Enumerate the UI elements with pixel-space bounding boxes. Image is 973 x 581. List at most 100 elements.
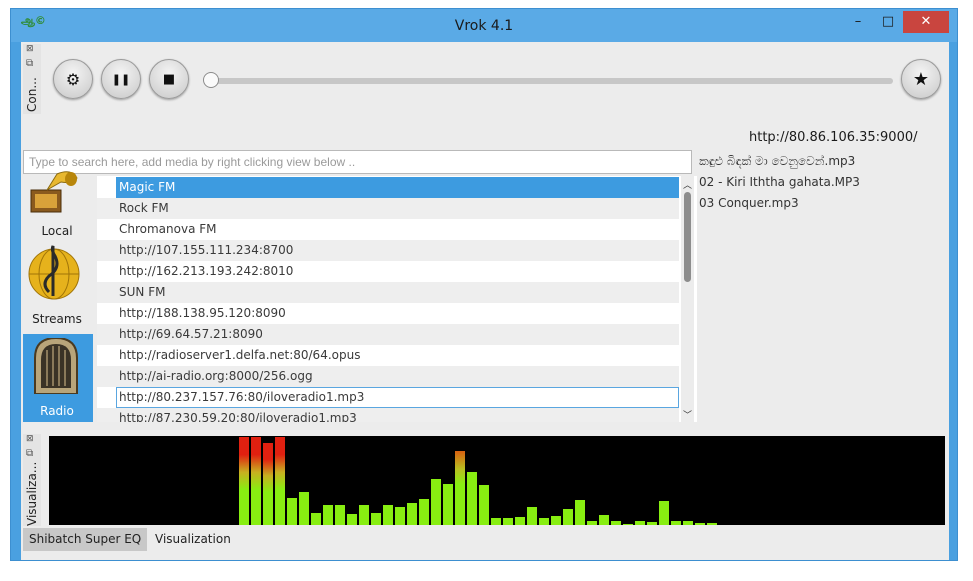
list-item[interactable]: Magic FM xyxy=(116,177,679,198)
sidebar-label-streams: Streams xyxy=(32,312,82,326)
scrollbar-thumb[interactable] xyxy=(684,192,691,282)
radio-icon xyxy=(34,338,78,394)
spectrum-bar xyxy=(299,492,309,525)
minimize-button[interactable]: – xyxy=(843,11,873,33)
sidebar-item-streams[interactable]: Streams xyxy=(23,242,93,330)
spectrum-bar xyxy=(527,507,537,525)
spectrum-bar xyxy=(707,523,717,525)
treble-clef-icon xyxy=(28,245,80,300)
spectrum-visualizer xyxy=(49,436,945,525)
spectrum-bar xyxy=(551,516,561,525)
list-item[interactable]: http://69.64.57.21:8090 xyxy=(97,324,679,345)
spectrum-bar xyxy=(239,437,249,525)
seek-slider[interactable] xyxy=(207,78,893,84)
visualization-dock-title[interactable]: ⊠ ⧉ Visualiza... xyxy=(23,434,41,526)
seek-slider-handle[interactable] xyxy=(203,72,219,88)
dock-close-icon[interactable]: ⊠ xyxy=(26,434,34,444)
list-item[interactable]: http://ai-radio.org:8000/256.ogg xyxy=(97,366,679,387)
sidebar-label-local: Local xyxy=(41,224,73,238)
visualization-dock-label: Visualiza... xyxy=(25,461,39,526)
spectrum-bar xyxy=(479,485,489,525)
control-dock-title[interactable]: ⊠ ⧉ Con... xyxy=(23,44,41,114)
spectrum-bar xyxy=(419,499,429,525)
list-item[interactable]: http://162.213.193.242:8010 xyxy=(97,261,679,282)
source-sidebar: Local Streams Radio xyxy=(23,171,93,422)
station-list-scrollbar[interactable]: ︿ ﹀ xyxy=(681,176,694,422)
dock-float-icon[interactable]: ⧉ xyxy=(26,58,33,69)
list-item[interactable]: http://107.155.111.234:8700 xyxy=(97,240,679,261)
spectrum-bar xyxy=(563,509,573,525)
dock-float-icon[interactable]: ⧉ xyxy=(26,448,33,459)
spectrum-bar xyxy=(683,521,693,525)
spectrum-bar xyxy=(275,437,285,525)
list-item[interactable]: http://188.138.95.120:8090 xyxy=(97,303,679,324)
close-button[interactable]: ✕ xyxy=(903,11,949,33)
window-title: Vrok 4.1 xyxy=(454,18,514,34)
scroll-up-icon[interactable]: ︿ xyxy=(683,178,692,191)
spectrum-bar xyxy=(647,522,657,525)
list-item[interactable]: http://radioserver1.delfa.net:80/64.opus xyxy=(97,345,679,366)
spectrum-bar xyxy=(515,517,525,525)
main-content: ⊠ ⧉ Con... ⚙ ❚❚ ■ ★ http://80.86.106.35:… xyxy=(21,42,949,560)
spectrum-bar xyxy=(587,521,597,525)
list-item[interactable]: Chromanova FM xyxy=(97,219,679,240)
spectrum-bar xyxy=(395,507,405,525)
spectrum-bar xyxy=(491,518,501,525)
pause-icon: ❚❚ xyxy=(111,72,131,86)
sidebar-item-radio[interactable]: Radio xyxy=(23,334,93,422)
spectrum-bar xyxy=(635,521,645,525)
playlist-item[interactable]: 03 Conquer.mp3 xyxy=(699,196,799,210)
spectrum-bar xyxy=(287,498,297,525)
sidebar-item-local[interactable]: Local xyxy=(23,171,93,238)
spectrum-bar xyxy=(455,451,465,525)
maximize-button[interactable]: □ xyxy=(873,11,903,33)
spectrum-bar xyxy=(335,505,345,525)
playlist-panel: කඳුළු බිඳක් මා වෙනුවෙන්.mp3 02 - Kiri It… xyxy=(697,150,947,422)
spectrum-bar xyxy=(347,514,357,525)
list-item[interactable]: Rock FM xyxy=(97,198,679,219)
list-item[interactable]: http://87.230.59.20:80/iloveradio1.mp3 xyxy=(97,408,679,422)
spectrum-bar xyxy=(611,521,621,525)
spectrum-bar xyxy=(671,521,681,525)
spectrum-bar xyxy=(371,513,381,525)
settings-button[interactable]: ⚙ xyxy=(53,59,93,99)
spectrum-bar xyxy=(251,437,261,525)
list-item[interactable]: http://80.237.157.76:80/iloveradio1.mp3 xyxy=(116,387,679,408)
list-item[interactable]: SUN FM xyxy=(97,282,679,303)
spectrum-bar xyxy=(503,518,513,525)
spectrum-bar xyxy=(575,500,585,525)
gramophone-icon xyxy=(30,171,78,213)
playlist-item[interactable]: 02 - Kiri Iththa gahata.MP3 xyxy=(699,175,860,189)
star-icon: ★ xyxy=(912,68,930,90)
favorite-button[interactable]: ★ xyxy=(901,59,941,99)
spectrum-bar xyxy=(311,513,321,525)
search-input[interactable] xyxy=(23,150,692,174)
app-window: ஆ© Vrok 4.1 – □ ✕ ⊠ ⧉ Con... ⚙ ❚❚ ■ ★ ht… xyxy=(10,8,958,561)
bottom-tab-bar: Shibatch Super EQ Visualization xyxy=(23,528,947,551)
spectrum-bar xyxy=(359,505,369,525)
now-playing-url: http://80.86.106.35:9000/ xyxy=(749,130,918,145)
dock-close-icon[interactable]: ⊠ xyxy=(26,44,34,54)
spectrum-bar xyxy=(539,518,549,525)
sidebar-label-radio: Radio xyxy=(40,404,74,418)
control-dock-label: Con... xyxy=(25,77,39,112)
spectrum-bar xyxy=(695,523,705,525)
pause-button[interactable]: ❚❚ xyxy=(101,59,141,99)
spectrum-bar xyxy=(623,524,633,525)
spectrum-bar xyxy=(431,479,441,525)
playlist-item[interactable]: කඳුළු බිඳක් මා වෙනුවෙන්.mp3 xyxy=(699,154,855,169)
spectrum-bar xyxy=(467,472,477,525)
scroll-down-icon[interactable]: ﹀ xyxy=(683,408,692,421)
spectrum-bar xyxy=(659,501,669,525)
tab-shibatch-super-eq[interactable]: Shibatch Super EQ xyxy=(23,528,148,551)
spectrum-bar xyxy=(323,505,333,525)
spectrum-bar xyxy=(263,443,273,525)
title-bar[interactable]: ஆ© Vrok 4.1 – □ ✕ xyxy=(11,9,957,42)
stop-button[interactable]: ■ xyxy=(149,59,189,99)
spectrum-bar xyxy=(599,515,609,525)
station-list[interactable]: Magic FM Rock FM Chromanova FM http://10… xyxy=(97,176,697,422)
gear-icon: ⚙ xyxy=(65,69,81,89)
stop-icon: ■ xyxy=(162,71,176,87)
spectrum-bar xyxy=(407,503,417,525)
tab-visualization[interactable]: Visualization xyxy=(149,528,237,551)
